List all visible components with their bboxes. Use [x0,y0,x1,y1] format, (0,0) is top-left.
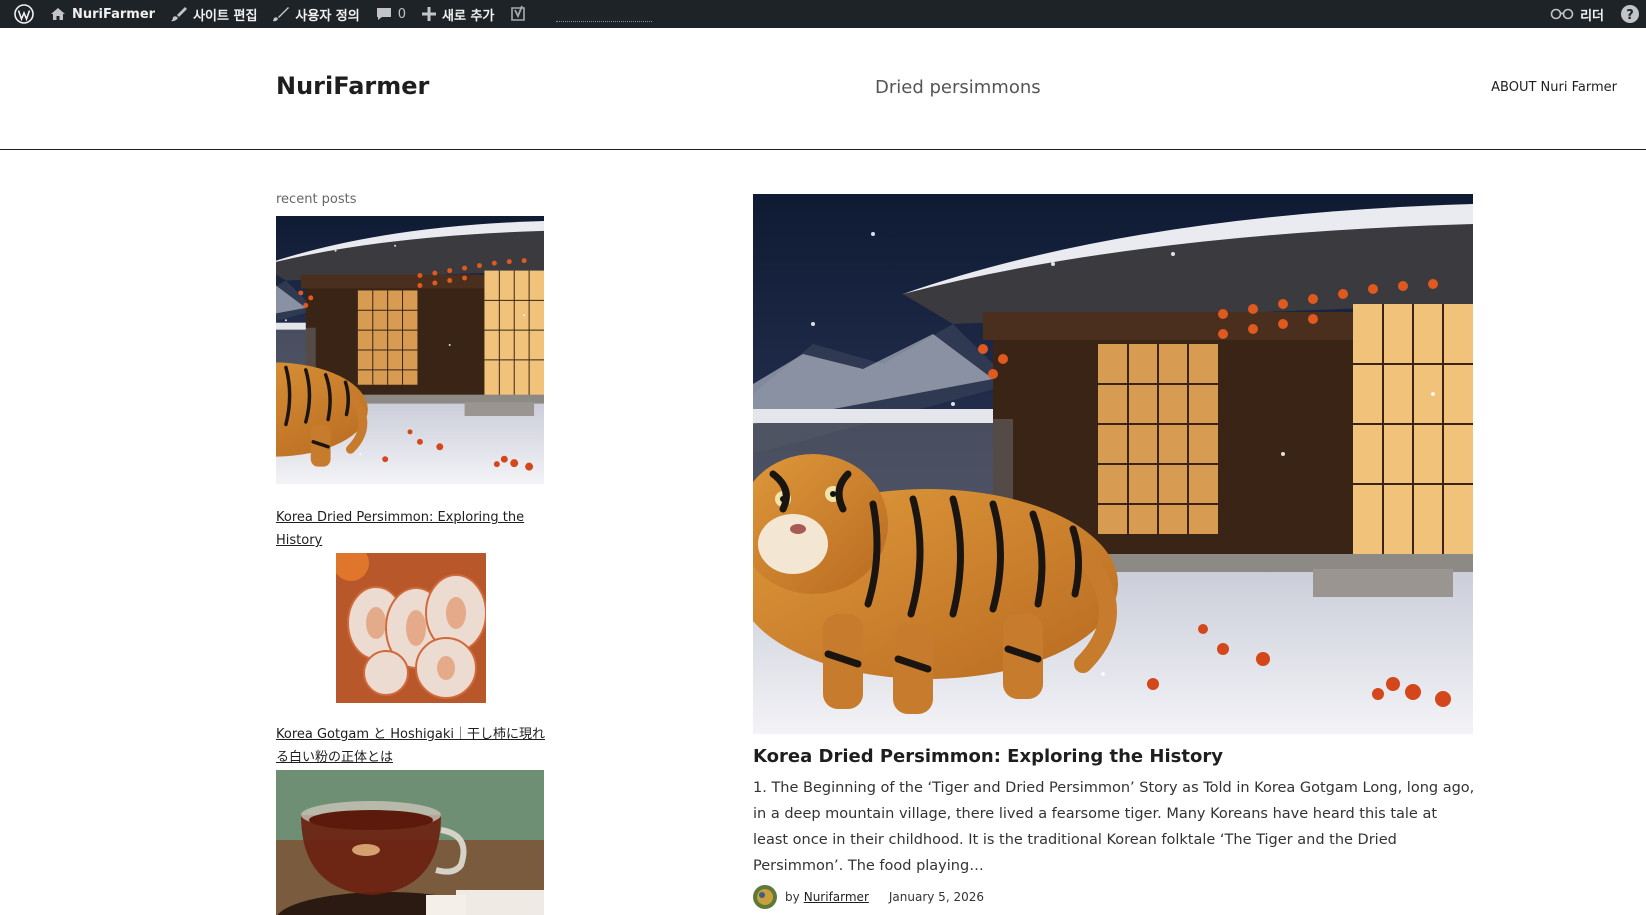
post-date: January 5, 2026 [888,890,984,904]
recent-post-link-2[interactable]: Korea Gotgam と Hoshigaki｜干し柿に現れる白い粉の正体とは [276,723,546,769]
recent-post-image-3[interactable] [276,770,544,915]
new-content-button[interactable]: 새로 추가 [414,0,502,28]
reader-label: 리더 [1580,8,1604,24]
site-title[interactable]: NuriFarmer [276,72,429,100]
recent-post-image-2[interactable] [336,553,486,703]
recent-posts-heading: recent posts [276,192,357,207]
comments-button[interactable]: 0 [368,0,414,28]
author-avatar[interactable] [753,885,777,909]
edit-site-button[interactable]: 사이트 편집 [163,0,265,28]
yoast-seo-button[interactable] [502,0,534,28]
home-icon [51,8,65,20]
site-name-label: NuriFarmer [72,6,156,22]
site-tagline: Dried persimmons [875,77,1041,98]
yoast-icon [511,5,526,21]
help-icon: ? [1621,5,1639,23]
admin-bar-divider [556,20,653,22]
help-button[interactable]: ? [1612,0,1646,28]
customize-button[interactable]: 사용자 정의 [265,0,367,28]
author-link[interactable]: Nurifarmer [804,890,869,904]
byline-prefix: by [785,890,800,904]
featured-image[interactable] [753,194,1473,734]
edit-site-label: 사이트 편집 [193,8,258,24]
recent-post-image-1[interactable] [276,216,544,484]
post-meta: by Nurifarmer January 5, 2026 [753,885,1473,909]
main-content: Korea Dried Persimmon: Exploring the His… [753,194,1475,909]
nav-link-about[interactable]: ABOUT Nuri Farmer [1491,80,1617,95]
post-excerpt: 1. The Beginning of the ‘Tiger and Dried… [753,780,1475,874]
paintbrush-icon [273,7,290,22]
glasses-icon [1550,8,1574,20]
site-header: NuriFarmer Dried persimmons ABOUT Nuri F… [0,28,1646,150]
comments-count: 0 [397,6,407,22]
recent-post-link-1[interactable]: Korea Dried Persimmon: Exploring the His… [276,506,546,552]
wordpress-icon [14,4,34,24]
admin-bar: NuriFarmer 사이트 편집 사용자 정의 0 새로 추가 리더 ? [0,0,1646,28]
admin-bar-right: 리더 ? [1542,0,1646,28]
reader-button[interactable]: 리더 [1542,0,1612,28]
customize-label: 사용자 정의 [295,8,360,24]
post-title-link[interactable]: Korea Dried Persimmon: Exploring the His… [753,746,1473,767]
svg-text:?: ? [1626,8,1634,23]
wordpress-logo-button[interactable] [6,0,42,28]
plus-icon [422,7,437,21]
site-name-menu[interactable]: NuriFarmer [42,0,163,28]
sidebar: recent posts Korea Dried Persimmon: Expl… [276,192,546,915]
new-content-label: 새로 추가 [442,8,495,24]
comment-icon [376,8,391,20]
brush-icon [171,7,188,22]
